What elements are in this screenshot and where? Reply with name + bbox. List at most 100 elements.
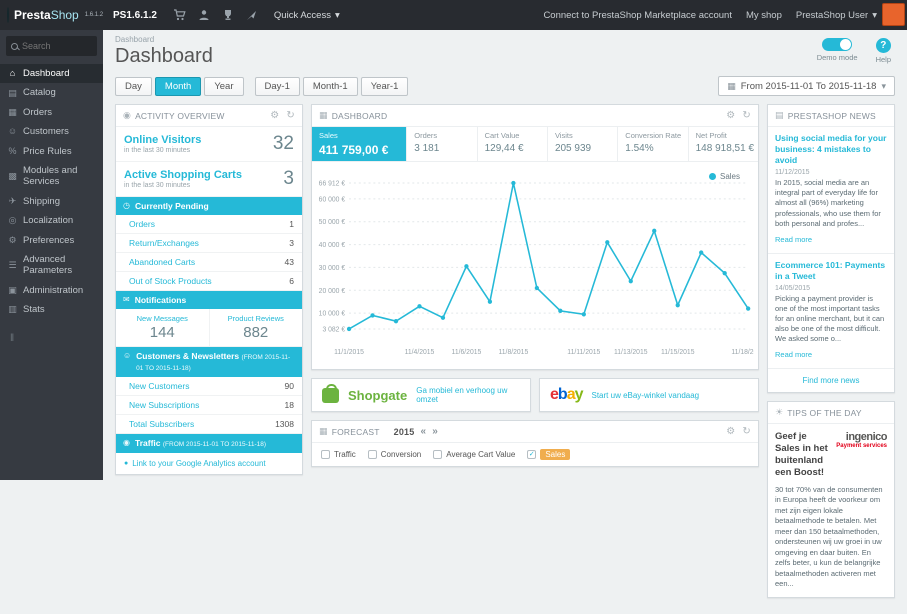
article-title-link[interactable]: Using social media for your business: 4 … <box>775 133 887 166</box>
read-more-link[interactable]: Read more <box>775 350 812 359</box>
filter-month-button[interactable]: Month <box>154 76 202 96</box>
sidebar-item-catalog[interactable]: ▤ Catalog <box>0 83 103 102</box>
gear-icon[interactable]: ⚙ <box>726 426 735 437</box>
sidebar-item-advanced-parameters[interactable]: ☰ Advanced Parameters <box>0 250 103 281</box>
cart-icon[interactable] <box>173 9 186 21</box>
filter-year-button[interactable]: Year <box>204 76 244 96</box>
tip-body: 30 tot 70% van de consumenten in Europa … <box>775 484 883 589</box>
sidebar-item-localization[interactable]: ◎ Localization <box>0 211 103 230</box>
forecast-icon: ▦ <box>319 426 328 436</box>
quick-access-label: Quick Access <box>273 9 331 21</box>
breadcrumb[interactable]: Dashboard <box>115 35 895 44</box>
gear-icon[interactable]: ⚙ <box>270 110 279 121</box>
ebay-link[interactable]: Start uw eBay-winkel vandaag <box>592 391 700 400</box>
help-button[interactable]: ? Help <box>876 38 891 64</box>
checkbox-icon[interactable] <box>321 450 330 459</box>
product-reviews-cell[interactable]: Product Reviews 882 <box>208 309 303 347</box>
advanced-parameters-icon: ☰ <box>8 259 17 270</box>
sidebar-item-modules[interactable]: ▩ Modules and Services <box>0 161 103 192</box>
svg-text:11/11/2015: 11/11/2015 <box>567 349 600 356</box>
sidebar-item-orders[interactable]: ▦ Orders <box>0 103 103 122</box>
ebay-module-card[interactable]: ebay Start uw eBay-winkel vandaag <box>539 378 759 412</box>
notifications-header: ✉ Notifications <box>116 291 302 310</box>
svg-text:50 000 €: 50 000 € <box>319 219 346 226</box>
abandoned-carts-row[interactable]: Abandoned Carts 43 <box>116 253 302 273</box>
checkbox-icon[interactable]: ✓ <box>527 450 537 459</box>
trophy-icon[interactable] <box>222 9 234 21</box>
user-menu[interactable]: PrestaShop User ▾ <box>796 10 877 21</box>
sidebar-search[interactable] <box>6 36 97 56</box>
kpi-sales[interactable]: Sales 411 759,00 € <box>312 127 408 161</box>
catalog-icon: ▤ <box>8 87 17 98</box>
sun-icon: ☀ <box>775 407 784 418</box>
forecast-legend-average-cart-value[interactable]: Average Cart Value <box>433 450 515 459</box>
kpi-conversion-rate[interactable]: Conversion Rate 1.54% <box>618 127 689 161</box>
search-input[interactable] <box>22 41 92 51</box>
new-customers-row[interactable]: New Customers 90 <box>116 377 302 396</box>
forecast-legend-traffic[interactable]: Traffic <box>321 450 356 459</box>
checkbox-icon[interactable] <box>367 450 377 459</box>
refresh-icon[interactable]: ↻ <box>742 110 751 121</box>
google-analytics-link[interactable]: ● Link to your Google Analytics account <box>116 453 302 474</box>
prestashop-logo[interactable]: PrestaShop 1.6.1.2 <box>0 7 103 23</box>
search-icon <box>11 42 18 50</box>
activity-overview-panel: ◉ ACTIVITY OVERVIEW ⚙ ↻ Online Visitors … <box>115 104 303 475</box>
quick-access-menu[interactable]: Quick Access ▾ <box>274 10 340 21</box>
avatar[interactable] <box>882 3 905 26</box>
forecast-legend-sales[interactable]: ✓ Sales <box>527 449 571 460</box>
kpi-orders[interactable]: Orders 3 181 <box>407 127 478 161</box>
gear-icon[interactable]: ⚙ <box>726 110 735 121</box>
pending-returns-row[interactable]: Return/Exchanges 3 <box>116 234 302 254</box>
filter-day-button[interactable]: Day <box>115 76 152 96</box>
find-more-news-link[interactable]: Find more news <box>768 369 894 392</box>
collapse-sidebar-button[interactable]: ‖ <box>0 327 103 350</box>
chart-legend: Sales <box>708 172 740 181</box>
kpi-visits[interactable]: Visits 205 939 <box>548 127 619 161</box>
previous-year-button[interactable]: « <box>420 426 426 437</box>
forecast-legend-conversion[interactable]: Conversion <box>367 450 421 459</box>
topbar: PrestaShop 1.6.1.2 PS1.6.1.2 Quick Acces… <box>0 0 907 30</box>
out-of-stock-row[interactable]: Out of Stock Products 6 <box>116 272 302 292</box>
total-subscribers-row[interactable]: Total Subscribers 1308 <box>116 415 302 434</box>
read-more-link[interactable]: Read more <box>775 235 812 244</box>
checkbox-icon[interactable] <box>433 450 443 459</box>
next-year-button[interactable]: » <box>432 426 438 437</box>
active-carts-row[interactable]: Active Shopping Carts in the last 30 min… <box>116 162 302 197</box>
modules-icon: ▩ <box>8 170 17 181</box>
kpi-cart-value[interactable]: Cart Value 129,44 € <box>478 127 548 161</box>
online-visitors-row[interactable]: Online Visitors in the last 30 minutes 3… <box>116 127 302 162</box>
filter-day-1-button[interactable]: Day-1 <box>254 76 300 96</box>
ps-version-label: PS1.6.1.2 <box>113 9 157 21</box>
shopgate-link[interactable]: Ga mobiel en verhoog uw omzet <box>416 386 520 404</box>
sidebar-item-administration[interactable]: ▣ Administration <box>0 281 103 300</box>
article-title-link[interactable]: Ecommerce 101: Payments in a Tweet <box>775 260 887 282</box>
pending-orders-row[interactable]: Orders 1 <box>116 215 302 235</box>
shopgate-module-card[interactable]: Shopgate Ga mobiel en verhoog uw omzet <box>311 378 531 412</box>
my-shop-link[interactable]: My shop <box>746 10 782 21</box>
filter-month-1-button[interactable]: Month-1 <box>302 76 358 96</box>
sidebar-item-preferences[interactable]: ⚙ Preferences <box>0 231 103 250</box>
new-messages-cell[interactable]: New Messages 144 <box>116 309 209 346</box>
connect-marketplace-link[interactable]: Connect to PrestaShop Marketplace accoun… <box>543 10 732 21</box>
preferences-icon: ⚙ <box>8 234 17 245</box>
rocket-icon[interactable] <box>246 9 258 21</box>
sidebar-item-stats[interactable]: ▥ Stats <box>0 300 103 319</box>
new-subscriptions-row[interactable]: New Subscriptions 18 <box>116 396 302 415</box>
date-filter-bar: Day Month Year Day-1 Month-1 Year-1 ▦ Fr… <box>103 74 907 96</box>
sidebar-item-customers[interactable]: ☺ Customers <box>0 122 103 141</box>
date-range-picker[interactable]: ▦ From 2015-11-01 To 2015-11-18 ▾ <box>718 76 895 96</box>
demo-mode-toggle[interactable]: Demo mode <box>817 38 858 64</box>
legend-dot-icon <box>708 173 716 180</box>
kpi-net-profit[interactable]: Net Profit 148 918,51 € <box>689 127 758 161</box>
refresh-icon[interactable]: ↻ <box>742 426 751 437</box>
customer-icon[interactable] <box>198 9 210 21</box>
toggle-switch[interactable] <box>822 38 853 51</box>
sidebar-item-price-rules[interactable]: % Price Rules <box>0 142 103 161</box>
sidebar-item-dashboard[interactable]: ⌂ Dashboard <box>0 64 103 84</box>
ingenico-logo: ingenico Payment services <box>836 431 887 450</box>
administration-icon: ▣ <box>8 284 17 295</box>
sidebar-item-shipping[interactable]: ✈ Shipping <box>0 192 103 211</box>
people-icon: ☺ <box>123 351 132 361</box>
filter-year-1-button[interactable]: Year-1 <box>360 76 409 96</box>
refresh-icon[interactable]: ↻ <box>286 110 295 121</box>
